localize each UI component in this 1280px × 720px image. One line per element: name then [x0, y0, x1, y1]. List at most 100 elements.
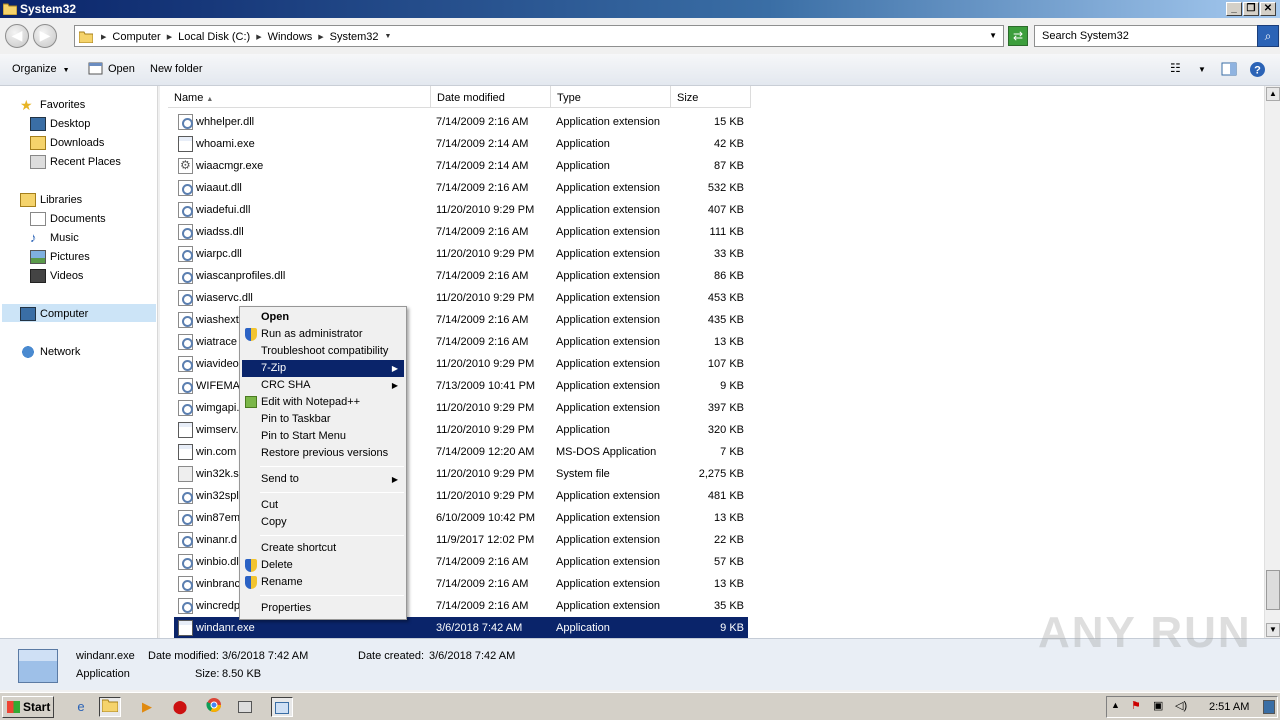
nav-desktop[interactable]: Desktop — [30, 117, 90, 131]
menu-item-rename[interactable]: Rename — [242, 574, 404, 591]
organize-button[interactable]: Organize ▼ — [12, 63, 70, 75]
nav-music[interactable]: ♪ Music — [30, 231, 79, 245]
menu-item-create-shortcut[interactable]: Create shortcut — [242, 540, 404, 557]
app-window-icon[interactable] — [234, 697, 256, 717]
file-size: 2,275 KB — [698, 468, 744, 480]
action-center-icon[interactable]: ⚑ — [1131, 699, 1141, 712]
refresh-button[interactable]: ⇄ — [1008, 26, 1028, 46]
column-header-date[interactable]: Date modified — [431, 86, 551, 108]
file-type: Application extension — [556, 292, 660, 304]
menu-item-crc-sha[interactable]: CRC SHA ▶ — [242, 377, 404, 394]
media-player-icon[interactable]: ▶ — [136, 697, 158, 717]
explorer-taskbar-button[interactable] — [99, 697, 121, 717]
breadcrumb-arrow-icon[interactable]: ▶ — [167, 33, 172, 41]
breadcrumb-arrow-icon[interactable]: ▶ — [101, 33, 106, 41]
breadcrumb-computer[interactable]: Computer — [112, 31, 160, 43]
scroll-down-button[interactable]: ▼ — [1266, 623, 1280, 637]
show-desktop-icon[interactable] — [1263, 700, 1275, 714]
star-icon: ★ — [20, 97, 33, 113]
file-row[interactable]: wiarpc.dll 11/20/2010 9:29 PM Application … — [174, 243, 748, 265]
breadcrumb-windows[interactable]: Windows — [268, 31, 313, 43]
dropdown-arrow-icon: ▼ — [62, 67, 70, 74]
restore-button[interactable]: ❐ — [1243, 2, 1259, 16]
file-size: 397 KB — [707, 402, 744, 414]
nav-recent-places[interactable]: Recent Places — [30, 155, 121, 169]
preview-pane-icon[interactable] — [1221, 61, 1237, 77]
open-button[interactable]: Open — [108, 63, 135, 75]
file-row[interactable]: whhelper.dll 7/14/2009 2:16 AM Application… — [174, 111, 748, 133]
clock[interactable]: 2:51 AM — [1209, 701, 1249, 713]
help-icon[interactable]: ? — [1249, 61, 1266, 78]
file-row[interactable]: windanr.exe 3/6/2018 7:42 AM Application 9 … — [174, 617, 748, 639]
menu-item-restore-previous-versions[interactable]: Restore previous versions — [242, 445, 404, 462]
nav-videos[interactable]: Videos — [30, 269, 83, 283]
breadcrumb-system32[interactable]: System32 — [330, 31, 379, 43]
internet-explorer-icon[interactable]: e — [70, 697, 92, 717]
file-row[interactable]: wiaaut.dll 7/14/2009 2:16 AM Application e… — [174, 177, 748, 199]
menu-item-copy[interactable]: Copy — [242, 514, 404, 531]
menu-item-pin-to-start-menu[interactable]: Pin to Start Menu — [242, 428, 404, 445]
nav-libraries[interactable]: Libraries — [20, 193, 82, 207]
show-hidden-icons-icon[interactable]: ▲ — [1111, 700, 1120, 710]
file-name: wiadss.dll — [196, 226, 244, 238]
volume-icon[interactable]: ◁) — [1175, 699, 1187, 712]
navigation-pane: ★ Favorites Desktop Downloads Recent Plac… — [0, 86, 158, 638]
opera-icon[interactable]: ⬤ — [169, 697, 191, 717]
menu-item-edit-with-notepad[interactable]: Edit with Notepad++ — [242, 394, 404, 411]
file-date: 11/20/2010 9:29 PM — [436, 358, 535, 370]
file-name: win32spl — [196, 490, 239, 502]
command-bar: Organize ▼ Open New folder ☷ ▼ ? — [0, 54, 1280, 86]
menu-item-7-zip[interactable]: 7-Zip ▶ — [242, 360, 404, 377]
nav-pictures[interactable]: Pictures — [30, 250, 90, 264]
nav-downloads[interactable]: Downloads — [30, 136, 104, 150]
file-row[interactable]: whoami.exe 7/14/2009 2:14 AM Application 42… — [174, 133, 748, 155]
menu-item-open[interactable]: Open — [242, 309, 404, 326]
file-type: Application extension — [556, 336, 660, 348]
nav-favorites[interactable]: ★ Favorites — [20, 98, 85, 112]
forward-button[interactable]: ▶ — [33, 24, 57, 48]
nav-computer[interactable]: Computer — [20, 307, 88, 321]
view-dropdown-icon[interactable]: ▼ — [1198, 65, 1206, 74]
breadcrumb-local-disk[interactable]: Local Disk (C:) — [178, 31, 250, 43]
back-button[interactable]: ◀ — [5, 24, 29, 48]
file-row[interactable]: wiadss.dll 7/14/2009 2:16 AM Application e… — [174, 221, 748, 243]
breadcrumb-arrow-icon[interactable]: ▶ — [318, 33, 323, 41]
menu-item-run-as-administrator[interactable]: Run as administrator — [242, 326, 404, 343]
start-button[interactable]: Start — [2, 696, 54, 718]
address-history-dropdown-icon[interactable]: ▼ — [989, 31, 997, 40]
breadcrumb-arrow-icon[interactable]: ▶ — [256, 33, 261, 41]
view-options-icon[interactable]: ☷ — [1170, 61, 1181, 75]
close-button[interactable]: ✕ — [1260, 2, 1276, 16]
minimize-button[interactable]: _ — [1226, 2, 1242, 16]
dll-file-icon — [178, 202, 193, 218]
column-header-type[interactable]: Type — [551, 86, 671, 108]
vertical-scrollbar[interactable]: ▲ ▼ — [1264, 86, 1280, 638]
nav-network[interactable]: Network — [20, 345, 80, 359]
file-row[interactable]: wiaacmgr.exe 7/14/2009 2:14 AM Application… — [174, 155, 748, 177]
file-type: Application — [556, 622, 610, 634]
address-box[interactable]: ▶ Computer ▶ Local Disk (C:) ▶ Windows ▶… — [74, 25, 1004, 47]
column-header-size[interactable]: Size — [671, 86, 751, 108]
new-folder-button[interactable]: New folder — [150, 63, 203, 75]
app-taskbar-button[interactable] — [271, 697, 293, 717]
network-tray-icon[interactable]: ▣ — [1153, 699, 1163, 712]
chrome-icon[interactable] — [203, 697, 225, 717]
menu-item-troubleshoot-compatibility[interactable]: Troubleshoot compatibility — [242, 343, 404, 360]
search-input[interactable]: Search System32 — [1034, 25, 1258, 47]
file-row[interactable]: wiadefui.dll 11/20/2010 9:29 PM Applicatio… — [174, 199, 748, 221]
menu-item-delete[interactable]: Delete — [242, 557, 404, 574]
file-row[interactable]: wiascanprofiles.dll 7/14/2009 2:16 AM Appl… — [174, 265, 748, 287]
menu-item-properties[interactable]: Properties — [242, 600, 404, 617]
nav-documents[interactable]: Documents — [30, 212, 106, 226]
search-button[interactable]: ⌕ — [1257, 25, 1279, 47]
breadcrumb-arrow-icon[interactable]: ▼ — [385, 33, 392, 40]
scroll-up-button[interactable]: ▲ — [1266, 87, 1280, 101]
column-header-name[interactable]: Name ▲ — [168, 86, 431, 108]
file-date: 7/14/2009 2:16 AM — [436, 578, 529, 590]
file-size: 15 KB — [714, 116, 744, 128]
scrollbar-thumb[interactable] — [1266, 570, 1280, 610]
file-name: whhelper.dll — [196, 116, 255, 128]
menu-item-send-to[interactable]: Send to ▶ — [242, 471, 404, 488]
menu-item-cut[interactable]: Cut — [242, 497, 404, 514]
menu-item-pin-to-taskbar[interactable]: Pin to Taskbar — [242, 411, 404, 428]
